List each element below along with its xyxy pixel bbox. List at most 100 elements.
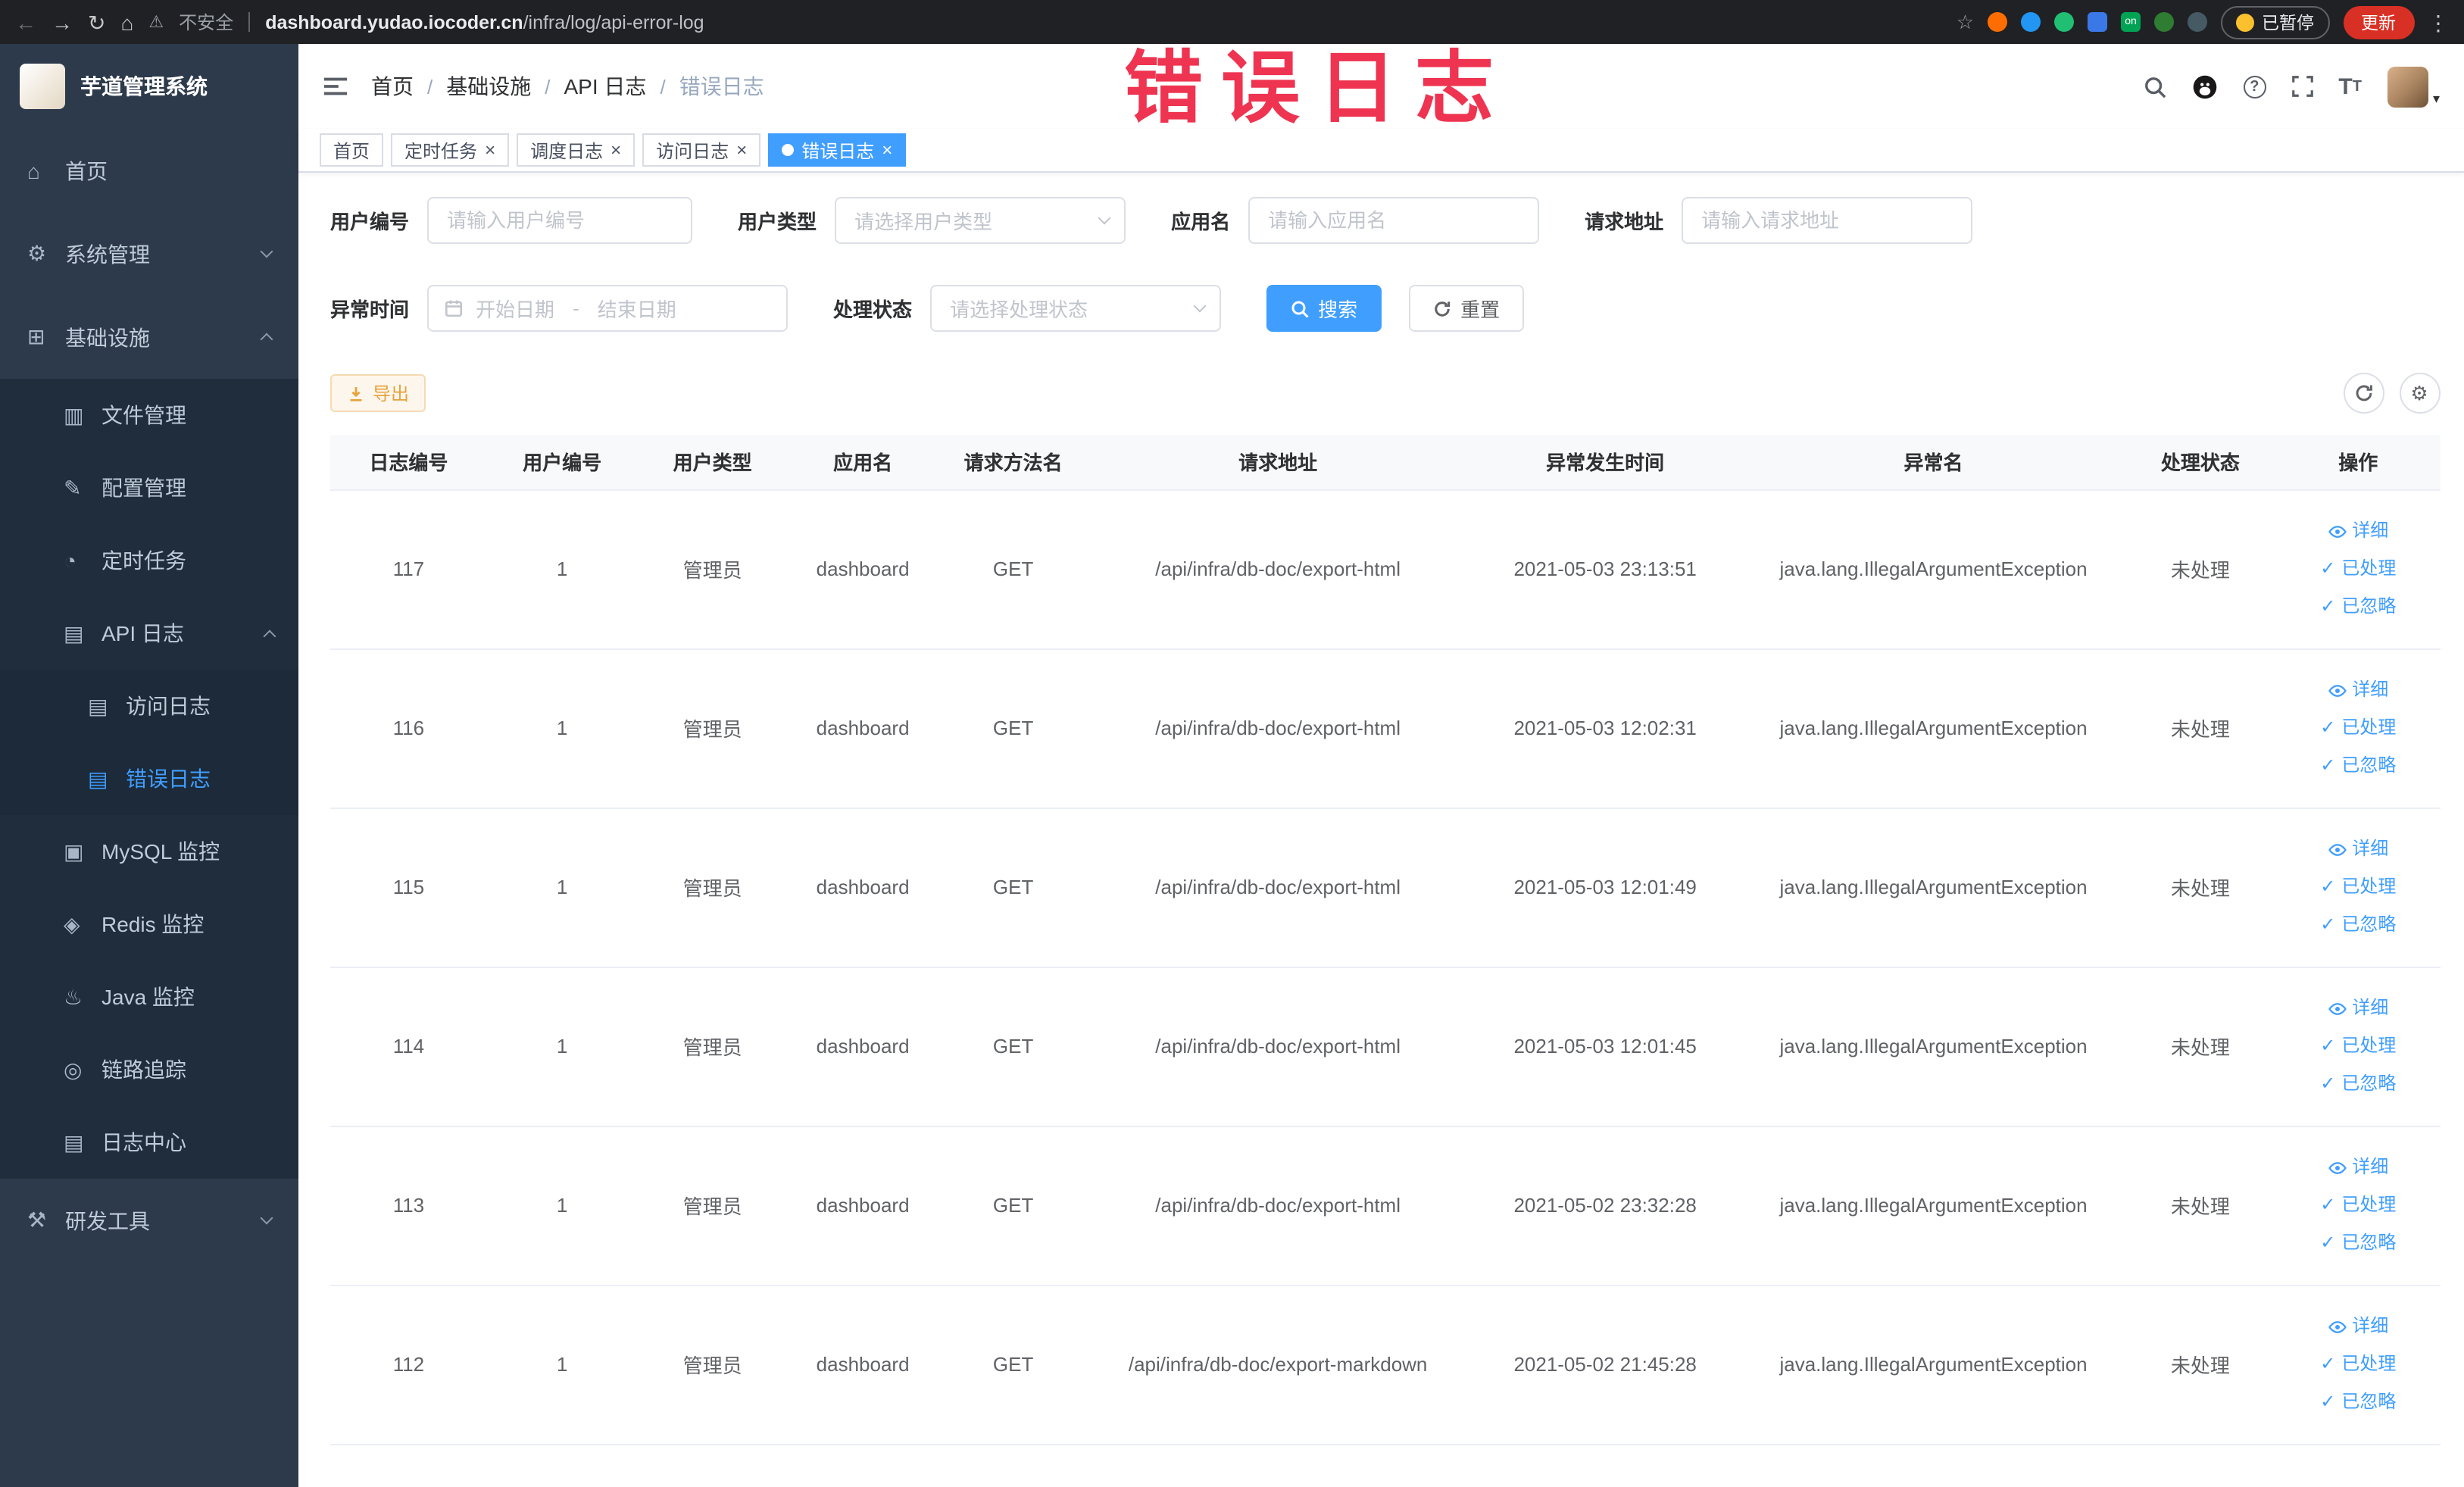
cell-log-id: 115 [330,808,487,967]
sidebar-item-access-log[interactable]: ▤ 访问日志 [0,670,298,742]
processed-link[interactable]: ✓ 已处理 [2277,709,2440,747]
extension-icon[interactable]: on [2121,12,2141,32]
tab-dispatch-log[interactable]: 调度日志 × [517,133,636,167]
sidebar-item-mysql-monitor[interactable]: ▣ MySQL 监控 [0,815,298,888]
extension-icon[interactable] [2054,12,2074,32]
extension-icon[interactable] [2021,12,2041,32]
app-name-input[interactable] [1248,197,1540,244]
filter-label: 处理状态 [833,298,913,321]
sidebar-item-java-monitor[interactable]: ♨ Java 监控 [0,961,298,1033]
address-bar[interactable]: dashboard.yudao.iocoder.cn/infra/log/api… [265,11,704,33]
url-divider [248,12,251,32]
reset-button[interactable]: 重置 [1409,285,1525,332]
close-icon[interactable]: × [485,141,495,159]
hamburger-icon[interactable] [323,76,348,97]
sidebar-item-file-management[interactable]: ▥ 文件管理 [0,379,298,451]
check-icon: ✓ [2320,914,2336,935]
user-type-select[interactable]: 请选择用户类型 [835,197,1126,244]
update-button[interactable]: 更新 [2343,5,2414,39]
extension-icon[interactable] [2188,12,2207,32]
cell-method: GET [938,1126,1088,1286]
user-menu[interactable]: ▾ [2387,66,2440,107]
sidebar-item-link-tracing[interactable]: ◎ 链路追踪 [0,1033,298,1106]
github-icon[interactable] [2191,73,2217,99]
ignored-link[interactable]: ✓ 已忽略 [2277,1224,2440,1262]
breadcrumb-item[interactable]: API 日志 [564,71,647,102]
search-icon[interactable] [2143,75,2166,98]
detail-link[interactable]: 详细 [2277,1307,2440,1345]
ignored-link[interactable]: ✓ 已忽略 [2277,1065,2440,1103]
breadcrumb-item[interactable]: 基础设施 [446,71,531,102]
bookmark-star-icon[interactable]: ☆ [1957,10,1974,34]
column-settings-button[interactable]: ⚙ [2399,373,2440,414]
processed-link[interactable]: ✓ 已处理 [2277,1345,2440,1383]
tab-scheduled-tasks[interactable]: 定时任务 × [391,133,510,167]
extension-icon[interactable] [2154,12,2174,32]
close-icon[interactable]: × [882,141,892,159]
filter-process-status: 处理状态 请选择处理状态 [833,285,1222,332]
font-size-icon[interactable]: TT [2338,73,2362,99]
cell-user-type: 管理员 [637,808,788,967]
sidebar-item-api-log[interactable]: ▤ API 日志 [0,597,298,670]
home-icon[interactable]: ⌂ [120,11,133,33]
sidebar-item-dev-tools[interactable]: ⚒ 研发工具 [0,1179,298,1262]
tab-home[interactable]: 首页 [320,133,384,167]
help-icon[interactable]: ? [2243,75,2266,98]
tab-label: 访问日志 [656,140,729,161]
ignored-link[interactable]: ✓ 已忽略 [2277,747,2440,785]
cell-url: /api/infra/db-doc/export-html [1088,489,1468,649]
ignored-link[interactable]: ✓ 已忽略 [2277,588,2440,626]
tab-error-log[interactable]: 错误日志 × [768,133,907,167]
request-url-input[interactable] [1682,197,1973,244]
mysql-icon: ▣ [64,839,84,863]
exception-time-range-picker[interactable]: 开始日期 - 结束日期 [427,285,789,332]
search-button[interactable]: 搜索 [1266,285,1382,332]
check-icon: ✓ [2320,1353,2336,1374]
security-label[interactable]: 不安全 [179,9,233,35]
breadcrumb-item[interactable]: 首页 [371,71,414,102]
sidebar-item-scheduled-tasks[interactable]: ◔ 定时任务 [0,524,298,597]
processed-link[interactable]: ✓ 已处理 [2277,1027,2440,1065]
user-id-input[interactable] [427,197,693,244]
detail-link[interactable]: 详细 [2277,989,2440,1027]
cell-user-id: 1 [486,1285,638,1445]
col-header-method: 请求方法名 [938,435,1088,490]
reload-icon[interactable]: ↻ [88,11,105,33]
forward-icon[interactable]: → [52,11,73,33]
sidebar-item-config-management[interactable]: ✎ 配置管理 [0,451,298,524]
sidebar-item-error-log[interactable]: ▤ 错误日志 [0,742,298,815]
check-icon: ✓ [2320,558,2336,579]
sidebar-item-system[interactable]: ⚙ 系统管理 [0,212,298,295]
ignored-label: 已忽略 [2341,914,2397,935]
table-row: 114 1 管理员 dashboard GET /api/infra/db-do… [330,967,2440,1126]
sidebar-item-log-center[interactable]: ▤ 日志中心 [0,1106,298,1179]
refresh-button[interactable] [2343,373,2384,414]
sidebar-item-home[interactable]: ⌂ 首页 [0,129,298,212]
processed-link[interactable]: ✓ 已处理 [2277,868,2440,906]
cell-user-id: 1 [486,1126,638,1286]
close-icon[interactable]: × [611,141,621,159]
export-button[interactable]: 导出 [330,374,426,412]
sidebar-item-infrastructure[interactable]: ⊞ 基础设施 [0,295,298,379]
detail-link[interactable]: 详细 [2277,1148,2440,1186]
ignored-link[interactable]: ✓ 已忽略 [2277,906,2440,944]
extension-icon[interactable] [1988,12,2007,32]
sidebar-item-redis-monitor[interactable]: ◈ Redis 监控 [0,888,298,961]
fullscreen-icon[interactable] [2291,76,2313,97]
extension-icon[interactable] [2088,12,2107,32]
table-toolbar: 导出 ⚙ [330,373,2440,414]
processed-link[interactable]: ✓ 已处理 [2277,1186,2440,1224]
tab-access-log[interactable]: 访问日志 × [642,133,761,167]
paused-extension-chip[interactable]: 已暂停 [2221,5,2329,39]
back-icon[interactable]: ← [15,11,36,33]
ignored-link[interactable]: ✓ 已忽略 [2277,1383,2440,1421]
process-status-select[interactable]: 请选择处理状态 [930,285,1222,332]
detail-link[interactable]: 详细 [2277,830,2440,868]
cell-app-name: dashboard [787,808,938,967]
processed-link[interactable]: ✓ 已处理 [2277,550,2440,588]
cell-log-id: 114 [330,967,487,1126]
detail-link[interactable]: 详细 [2277,671,2440,709]
close-icon[interactable]: × [736,141,747,159]
kebab-menu-icon[interactable]: ⋮ [2428,11,2449,33]
detail-link[interactable]: 详细 [2277,512,2440,550]
